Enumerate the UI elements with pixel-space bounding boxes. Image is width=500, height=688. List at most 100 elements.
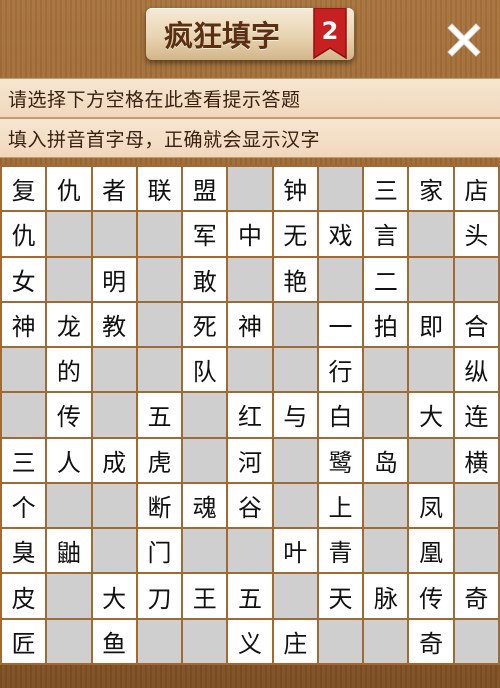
grid-cell[interactable]: 纵: [454, 348, 498, 392]
grid-cell[interactable]: 成: [92, 438, 136, 482]
grid-cell[interactable]: 教: [92, 302, 136, 347]
grid-cell[interactable]: 与: [273, 393, 317, 437]
grid-cell-blocked: [454, 619, 498, 663]
grid-cell[interactable]: 传: [47, 393, 91, 437]
grid-cell[interactable]: 言: [364, 212, 408, 256]
grid-cell[interactable]: 河: [228, 438, 272, 482]
grid-cell-blocked: [409, 348, 453, 392]
grid-cell[interactable]: 死: [183, 302, 227, 347]
grid-cell-blocked: [364, 483, 408, 528]
grid-cell[interactable]: 五: [228, 574, 272, 618]
grid-cell-blocked: [183, 438, 227, 482]
bottom-wood-strip: [0, 665, 500, 688]
grid-cell[interactable]: 神: [228, 302, 272, 347]
grid-cell[interactable]: 奇: [409, 619, 453, 663]
grid-cell-blocked: [318, 619, 363, 663]
grid-cell[interactable]: 二: [364, 257, 408, 301]
grid-cell[interactable]: 无: [273, 212, 317, 256]
grid-cell-blocked: [183, 529, 227, 573]
grid-cell[interactable]: 合: [454, 302, 498, 347]
grid-cell[interactable]: 匠: [2, 619, 46, 663]
grid-cell[interactable]: 队: [183, 348, 227, 392]
grid-cell[interactable]: 的: [47, 348, 91, 392]
grid-cell[interactable]: 戏: [318, 212, 363, 256]
grid-cell[interactable]: 者: [92, 167, 136, 211]
grid-cell[interactable]: 女: [2, 257, 46, 301]
grid-cell[interactable]: 仇: [2, 212, 46, 256]
grid-cell[interactable]: 人: [47, 438, 91, 482]
game-title: 疯狂填字: [164, 19, 281, 53]
grid-cell[interactable]: 臭: [2, 529, 46, 573]
grid-cell-blocked: [318, 257, 363, 301]
grid-cell-blocked: [364, 619, 408, 663]
grid-cell-blocked: [137, 302, 182, 347]
grid-cell[interactable]: 店: [454, 167, 498, 211]
grid-cell[interactable]: 行: [318, 348, 363, 392]
grid-cell[interactable]: 艳: [273, 257, 317, 301]
grid-cell[interactable]: 龙: [47, 302, 91, 347]
grid-cell[interactable]: 三: [364, 167, 408, 211]
grid-cell[interactable]: 军: [183, 212, 227, 256]
grid-cell-blocked: [228, 167, 272, 211]
grid-cell[interactable]: 庄: [273, 619, 317, 663]
grid-cell-blocked: [47, 212, 91, 256]
grid-cell[interactable]: 连: [454, 393, 498, 437]
grid-cell[interactable]: 义: [228, 619, 272, 663]
grid-cell[interactable]: 明: [92, 257, 136, 301]
grid-cell-blocked: [137, 212, 182, 256]
grid-cell[interactable]: 鱼: [92, 619, 136, 663]
grid-cell[interactable]: 叶: [273, 529, 317, 573]
grid-cell-blocked: [137, 348, 182, 392]
grid-cell[interactable]: 红: [228, 393, 272, 437]
grid-cell[interactable]: 一: [318, 302, 363, 347]
grid-cell[interactable]: 脉: [364, 574, 408, 618]
grid-cell[interactable]: 凤: [409, 483, 453, 528]
grid-cell[interactable]: 大: [409, 393, 453, 437]
grid-cell[interactable]: 皮: [2, 574, 46, 618]
grid-cell[interactable]: 鹭: [318, 438, 363, 482]
grid-cell-blocked: [47, 257, 91, 301]
grid-cell[interactable]: 凰: [409, 529, 453, 573]
grid-cell[interactable]: 门: [137, 529, 182, 573]
grid-cell[interactable]: 家: [409, 167, 453, 211]
grid-cell[interactable]: 奇: [454, 574, 498, 618]
grid-cell-blocked: [137, 257, 182, 301]
grid-cell[interactable]: 青: [318, 529, 363, 573]
grid-cell[interactable]: 白: [318, 393, 363, 437]
grid-cell[interactable]: 敢: [183, 257, 227, 301]
grid-cell-blocked: [409, 257, 453, 301]
grid-cell[interactable]: 三: [2, 438, 46, 482]
grid-cell[interactable]: 谷: [228, 483, 272, 528]
grid-cell[interactable]: 传: [409, 574, 453, 618]
grid-cell[interactable]: 复: [2, 167, 46, 211]
grid-cell[interactable]: 仇: [47, 167, 91, 211]
grid-cell[interactable]: 头: [454, 212, 498, 256]
grid-cell[interactable]: 钟: [273, 167, 317, 211]
grid-cell[interactable]: 虎: [137, 438, 182, 482]
grid-cell[interactable]: 王: [183, 574, 227, 618]
hint-line-1: 请选择下方空格在此查看提示答题: [0, 78, 500, 118]
grid-cell[interactable]: 横: [454, 438, 498, 482]
grid-cell[interactable]: 魂: [183, 483, 227, 528]
grid-cell[interactable]: 鼬: [47, 529, 91, 573]
grid-cell[interactable]: 大: [92, 574, 136, 618]
grid-cell[interactable]: 拍: [364, 302, 408, 347]
grid-cell[interactable]: 联: [137, 167, 182, 211]
grid-cell-blocked: [183, 393, 227, 437]
grid-cell[interactable]: 上: [318, 483, 363, 528]
grid-cell[interactable]: 五: [137, 393, 182, 437]
grid-cell-blocked: [364, 348, 408, 392]
grid-cell[interactable]: 岛: [364, 438, 408, 482]
hint-line-2: 填入拼音首字母，正确就会显示汉字: [0, 118, 500, 158]
grid-cell-blocked: [137, 619, 182, 663]
grid-cell[interactable]: 个: [2, 483, 46, 528]
grid-cell[interactable]: 即: [409, 302, 453, 347]
grid-cell[interactable]: 盟: [183, 167, 227, 211]
grid-cell[interactable]: 刀: [137, 574, 182, 618]
grid-cell[interactable]: 中: [228, 212, 272, 256]
grid-cell-blocked: [409, 438, 453, 482]
grid-cell[interactable]: 断: [137, 483, 182, 528]
close-button[interactable]: [436, 16, 492, 64]
grid-cell[interactable]: 天: [318, 574, 363, 618]
grid-cell[interactable]: 神: [2, 302, 46, 347]
